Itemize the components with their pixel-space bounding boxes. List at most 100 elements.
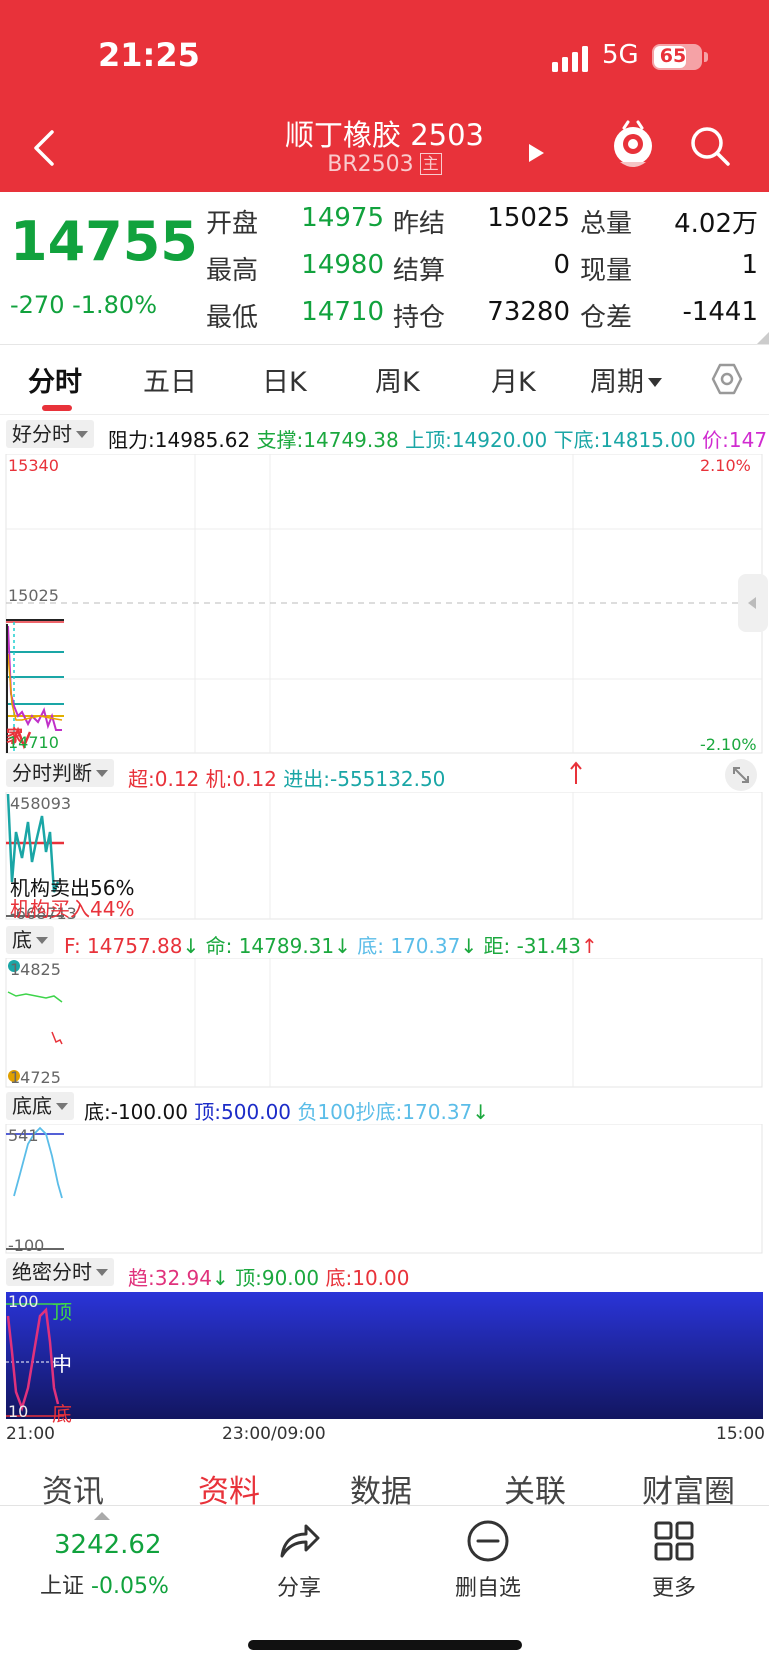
tab-five-day[interactable]: 五日 [143,360,197,399]
indicator-selector-1[interactable]: 好分时 [6,420,94,448]
ding-value: 顶:500.00 [194,1100,292,1124]
resist-label: 阻力: [108,428,155,452]
play-icon[interactable] [526,142,546,164]
value-current-volume: 1 [741,250,758,280]
index-name: 上证 [40,1574,85,1599]
label-current-volume: 现量 [580,256,633,286]
jinchu-value: 进出:-555132.50 [283,767,446,791]
share-label[interactable]: 分享 [249,1570,349,1602]
time-axis-end: 15:00 [716,1424,765,1444]
ji-value: 机:0.12 [205,767,277,791]
network-label: 5G [602,40,639,70]
indicator-selector-2[interactable]: 分时判断 [6,759,114,787]
y-axis-bottom: -100 [8,1236,45,1255]
lower-bottom-value: 下底:14815.00 [553,428,696,452]
y-axis-top: 14825 [10,960,61,979]
pct-axis-bottom: -2.10% [700,735,757,754]
chao-value: 超:0.12 [128,767,200,791]
index-value[interactable]: 3242.62 [54,1530,162,1560]
double-bottom-chart [5,1124,763,1254]
search-icon[interactable] [688,124,732,168]
settings-icon[interactable] [710,362,744,396]
indicator-selector-5[interactable]: 绝密分时 [6,1258,114,1286]
f-value: F: 14757.88 [64,934,183,958]
home-indicator[interactable] [248,1640,522,1650]
y-axis-bottom: 14710 [8,733,59,752]
status-time: 21:25 [98,36,200,74]
resist-value: 14985.62 [154,428,251,452]
share-icon[interactable] [276,1518,322,1564]
panel2-indicator-values: 超:0.12 机:0.12 进出:-555132.50 [128,763,445,792]
index-ticker[interactable]: 上证 -0.05% [40,1568,169,1600]
tab-monthly-k[interactable]: 月K [491,360,536,399]
intraday-price-chart: 家 [5,454,768,754]
app-header: 21:25 5G 65 顺丁橡胶 2503 BR2503 主 [0,0,769,192]
di-value: 底:-100.00 [84,1100,188,1124]
label-low: 最低 [206,303,259,333]
label-open-interest: 持仓 [393,303,446,333]
ju-value: 距: -31.43 [483,934,582,958]
label-open: 开盘 [206,209,259,239]
main-contract-tag: 主 [419,153,442,175]
grid-icon[interactable] [651,1518,697,1564]
mid-marker: 中 [52,1352,72,1376]
label-prev-settle: 昨结 [393,209,446,239]
panel3-indicator-values: F: 14757.88↓ 命: 14789.31↓ 底: 170.37↓ 距: … [64,930,598,959]
indicator-selector-3[interactable]: 底 [6,926,54,954]
value-low: 14710 [301,297,384,327]
divider [0,414,769,415]
y-axis-top: 15340 [8,456,59,475]
divider [0,344,769,345]
y-axis-mid: 15025 [8,586,59,605]
minus-circle-icon[interactable] [465,1518,511,1564]
value-prev-settle: 15025 [487,203,570,233]
tab-intraday[interactable]: 分时 [28,360,82,399]
price-change: -270 -1.80% [10,291,157,319]
bottom-marker: 底 [52,1402,72,1426]
caret-up-icon[interactable] [94,1512,110,1520]
time-axis-start: 21:00 [6,1424,55,1444]
institution-buy: 机构买入44% [10,897,135,921]
value-oi-change: -1441 [682,297,758,327]
value-open-interest: 73280 [487,297,570,327]
label-oi-change: 仓差 [580,303,633,333]
pct-axis-top: 2.10% [700,456,751,475]
top-marker: 顶 [52,1300,72,1324]
y-axis-bottom: 14725 [10,1068,61,1087]
expand-icon[interactable] [724,758,758,792]
ming-value: 命: 14789.31 [205,934,335,958]
y-axis-top: 100 [8,1292,39,1311]
index-change: -0.05% [91,1574,169,1599]
mascot-icon[interactable] [610,118,656,172]
panel1-indicator-values: 阻力:14985.62 支撑:14749.38 上顶:14920.00 下底:1… [108,424,767,453]
price-value: 价:147 [702,428,768,452]
bottom-signal-chart [5,958,763,1088]
support-value: 支撑:14749.38 [256,428,399,452]
down-arrow-icon: ↓ [212,1266,229,1290]
battery-level: 65 [659,45,687,67]
chaodi-value: 负100抄底:170.37 [297,1100,473,1124]
tab-period[interactable]: 周期 [590,360,662,399]
di-value: 底:10.00 [325,1266,410,1290]
active-tab-indicator [42,405,72,411]
divider [0,1505,769,1506]
qu-value: 趋:32.94 [128,1266,212,1290]
label-high: 最高 [206,256,259,286]
label-volume: 总量 [580,209,633,239]
label-settle: 结算 [393,256,446,286]
value-high: 14980 [301,250,384,280]
indicator-selector-4[interactable]: 底底 [6,1092,74,1120]
y-axis-bottom: 10 [8,1402,29,1421]
tab-period-label: 周期 [590,367,644,398]
remove-watchlist-label[interactable]: 删自选 [438,1570,538,1602]
upper-top-value: 上顶:14920.00 [405,428,548,452]
tab-daily-k[interactable]: 日K [262,360,307,399]
panel4-indicator-values: 底:-100.00 顶:500.00 负100抄底:170.37↓ [84,1096,489,1125]
time-axis-mid: 23:00/09:00 [222,1424,326,1444]
value-volume: 4.02万 [674,209,758,239]
last-price: 14755 [10,210,198,273]
value-open: 14975 [301,203,384,233]
tab-weekly-k[interactable]: 周K [375,360,420,399]
code-text: BR2503 [327,152,414,177]
more-label[interactable]: 更多 [624,1570,724,1602]
